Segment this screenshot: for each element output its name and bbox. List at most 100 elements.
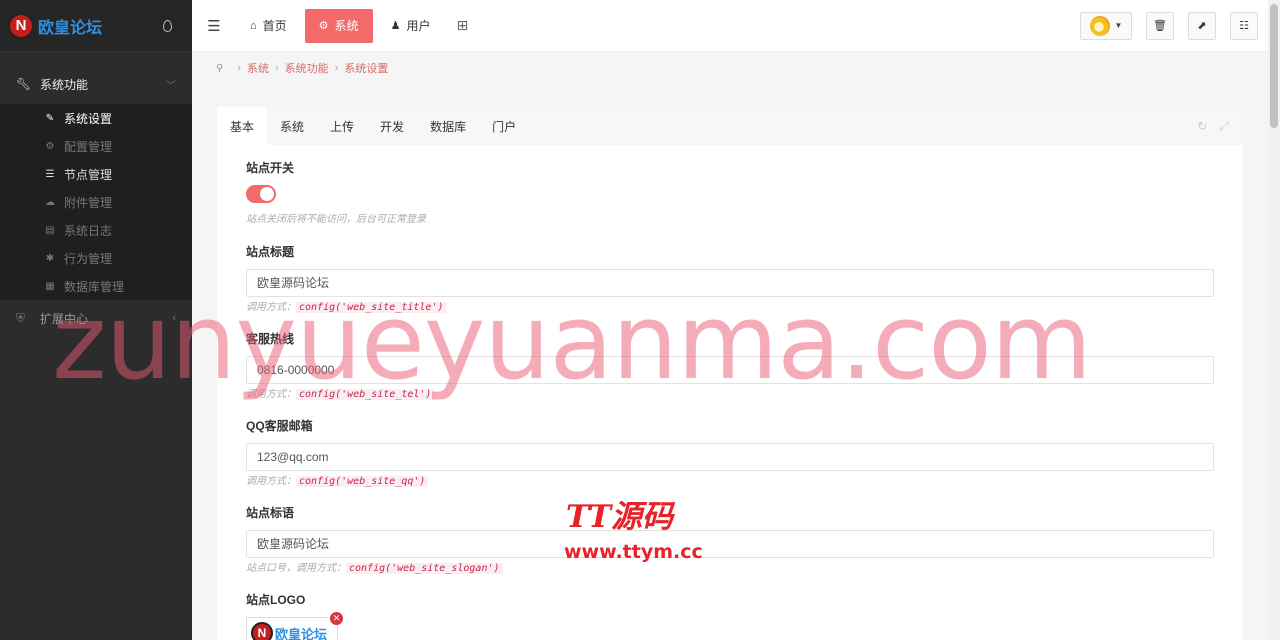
tab-database[interactable]: 数据库 xyxy=(417,107,479,145)
breadcrumb-item[interactable]: 系统设置 xyxy=(344,60,388,76)
help-prefix: 调用方式： xyxy=(246,389,296,400)
sidebar-group-system[interactable]: 🔧︎ 系统功能 ﹀ xyxy=(0,64,192,104)
breadcrumb: ⚲ › 系统 › 系统功能 › 系统设置 xyxy=(216,60,388,76)
sidebar-item-actions[interactable]: ✱ 行为管理 xyxy=(0,244,192,272)
sidebar-submenu: ✎ 系统设置 ⚙ 配置管理 ☰ 节点管理 ☁ 附件管理 ▤ 系统日志 ✱ 行为管… xyxy=(0,104,192,300)
home-icon: ⌂ xyxy=(250,19,257,32)
field-label: 站点开关 xyxy=(246,161,295,175)
sidebar-item-config[interactable]: ⚙ 配置管理 xyxy=(0,132,192,160)
user-icon: ♟ xyxy=(390,20,401,32)
external-link-icon: ⬈ xyxy=(1197,20,1207,32)
site-tel-input[interactable]: 0816-0000000 xyxy=(246,356,1214,384)
chevron-down-icon: ﹀ xyxy=(166,80,176,92)
sidebar-item-label: 系统设置 xyxy=(64,111,113,126)
database-icon: ▦ xyxy=(45,280,55,292)
menu-toggle-icon[interactable]: ☰ xyxy=(192,17,236,35)
field-help: 调用方式： config('web_site_qq') xyxy=(246,473,1213,491)
breadcrumb-item[interactable]: 系统功能 xyxy=(285,60,329,76)
sidebar-item-label: 配置管理 xyxy=(64,139,113,154)
help-code: config('web_site_title') xyxy=(296,302,447,313)
topnav-system[interactable]: ⚙ 系统 xyxy=(304,8,373,43)
breadcrumb-separator: › xyxy=(334,62,339,74)
field-site-qq: QQ客服邮箱 123@qq.com 调用方式： config('web_site_… xyxy=(246,417,1214,491)
settings-tabs: 基本 系统 上传 开发 数据库 门户 ↻ ⤢ xyxy=(217,107,1243,145)
brand-bar: N 欧皇论坛 xyxy=(0,0,192,52)
site-logo-preview[interactable]: N 欧皇论坛 ✕ xyxy=(246,612,343,640)
top-header: ☰ ⌂ 首页 ⚙ 系统 ♟ 用户 ⊞ ▼ 🗑︎ ⬈ ☷ xyxy=(192,0,1268,52)
theme-drop-icon[interactable] xyxy=(163,19,172,32)
breadcrumb-separator: › xyxy=(237,62,241,74)
sidebar-item-label: 数据库管理 xyxy=(64,279,125,294)
topnav-home[interactable]: ⌂ 首页 xyxy=(236,9,301,43)
open-frontend-button[interactable]: ⬈ xyxy=(1188,11,1216,40)
field-site-title: 站点标题 欧皇源码论坛 调用方式： config('web_site_title'… xyxy=(246,243,1214,317)
tab-basic[interactable]: 基本 xyxy=(217,107,268,145)
fullscreen-icon[interactable]: ⤢ xyxy=(1219,119,1229,134)
book-icon: ▤ xyxy=(45,224,55,236)
map-marker-icon: ⚲ xyxy=(216,62,224,74)
sidebar-item-system-settings[interactable]: ✎ 系统设置 xyxy=(0,104,192,132)
trash-icon: 🗑︎ xyxy=(1153,20,1167,32)
brand-logo[interactable]: N xyxy=(8,12,34,39)
logo-mark: N xyxy=(251,622,273,640)
avatar xyxy=(1089,15,1110,36)
field-help: 站点关闭后将不能访问，后台可正常登录 xyxy=(246,214,426,225)
topnav-user[interactable]: ♟ 用户 xyxy=(377,9,445,43)
site-title-input[interactable]: 欧皇源码论坛 xyxy=(246,269,1214,297)
field-label: QQ客服邮箱 xyxy=(246,419,313,433)
sidebar-item-attachments[interactable]: ☁ 附件管理 xyxy=(0,188,192,216)
tab-develop[interactable]: 开发 xyxy=(367,107,417,145)
brand-name[interactable]: 欧皇论坛 xyxy=(38,14,102,38)
tab-portal[interactable]: 门户 xyxy=(479,107,529,145)
settings-card: 基本 系统 上传 开发 数据库 门户 ↻ ⤢ 站点开关 站点关闭后将不能访问，后… xyxy=(217,107,1243,640)
caret-down-icon: ▼ xyxy=(1114,21,1123,30)
sidebar-item-label: 系统日志 xyxy=(64,223,113,238)
field-help: 调用方式： config('web_site_tel') xyxy=(246,386,1213,404)
help-prefix: 调用方式： xyxy=(246,476,296,487)
breadcrumb-item[interactable]: 系统 xyxy=(247,60,269,76)
tab-system[interactable]: 系统 xyxy=(267,107,317,145)
refresh-icon[interactable]: ↻ xyxy=(1197,119,1207,134)
cloud-icon: ☁ xyxy=(45,196,55,208)
sidebar-group-label: 扩展中心 xyxy=(40,311,89,326)
topnav-label: 用户 xyxy=(406,19,431,33)
wrench-icon: 🔧︎ xyxy=(16,77,32,91)
site-switch-toggle[interactable] xyxy=(246,185,276,203)
field-label: 站点标语 xyxy=(246,506,295,520)
sidebar-item-label: 节点管理 xyxy=(64,167,113,182)
sidebar-item-logs[interactable]: ▤ 系统日志 xyxy=(0,216,192,244)
site-qq-input[interactable]: 123@qq.com xyxy=(246,443,1214,471)
field-help: 站点口号，调用方式： config('web_site_slogan') xyxy=(246,560,1213,578)
sidebar-item-database[interactable]: ▦ 数据库管理 xyxy=(0,272,192,300)
cogs-icon: ⚙ xyxy=(45,140,55,152)
field-help: 调用方式： config('web_site_title') xyxy=(246,299,1213,317)
shield-icon: ⛨ xyxy=(16,310,26,325)
sidebar-item-label: 附件管理 xyxy=(64,195,113,210)
remove-logo-icon[interactable]: ✕ xyxy=(330,612,343,625)
card-tools: ↻ ⤢ xyxy=(1197,119,1229,134)
clear-cache-button[interactable]: 🗑︎ xyxy=(1146,11,1174,40)
help-prefix: 调用方式： xyxy=(246,302,296,313)
user-menu-button[interactable]: ▼ xyxy=(1080,11,1132,40)
sidebar-item-nodes[interactable]: ☰ 节点管理 xyxy=(0,160,192,188)
help-code: config('web_site_tel') xyxy=(296,389,435,400)
help-code: config('web_site_qq') xyxy=(296,476,429,487)
side-panel-button[interactable]: ☷ xyxy=(1230,11,1258,40)
page-scrollbar[interactable] xyxy=(1268,0,1280,640)
toggle-knob xyxy=(260,187,274,201)
field-site-logo: 站点LOGO N 欧皇论坛 ✕ xyxy=(246,591,1213,640)
wrench-icon: ✎ xyxy=(45,112,55,124)
field-label: 客服热线 xyxy=(246,332,295,346)
site-slogan-input[interactable]: 欧皇源码论坛 xyxy=(246,530,1214,558)
sidebar-group-label: 系统功能 xyxy=(40,77,89,92)
sidebar-group-extensions[interactable]: ⛨ 扩展中心 ‹ xyxy=(0,300,192,336)
sidebar-item-label: 行为管理 xyxy=(64,251,113,266)
scrollbar-thumb[interactable] xyxy=(1270,4,1278,128)
apps-grid-icon[interactable]: ⊞ xyxy=(456,17,468,34)
field-site-slogan: 站点标语 欧皇源码论坛 站点口号，调用方式： config('web_site_s… xyxy=(246,504,1214,578)
topnav-label: 首页 xyxy=(262,19,287,33)
tab-upload[interactable]: 上传 xyxy=(317,107,367,145)
help-code: config('web_site_slogan') xyxy=(346,563,503,574)
field-label: 站点LOGO xyxy=(246,593,306,607)
tasks-icon: ☷ xyxy=(1239,20,1249,32)
